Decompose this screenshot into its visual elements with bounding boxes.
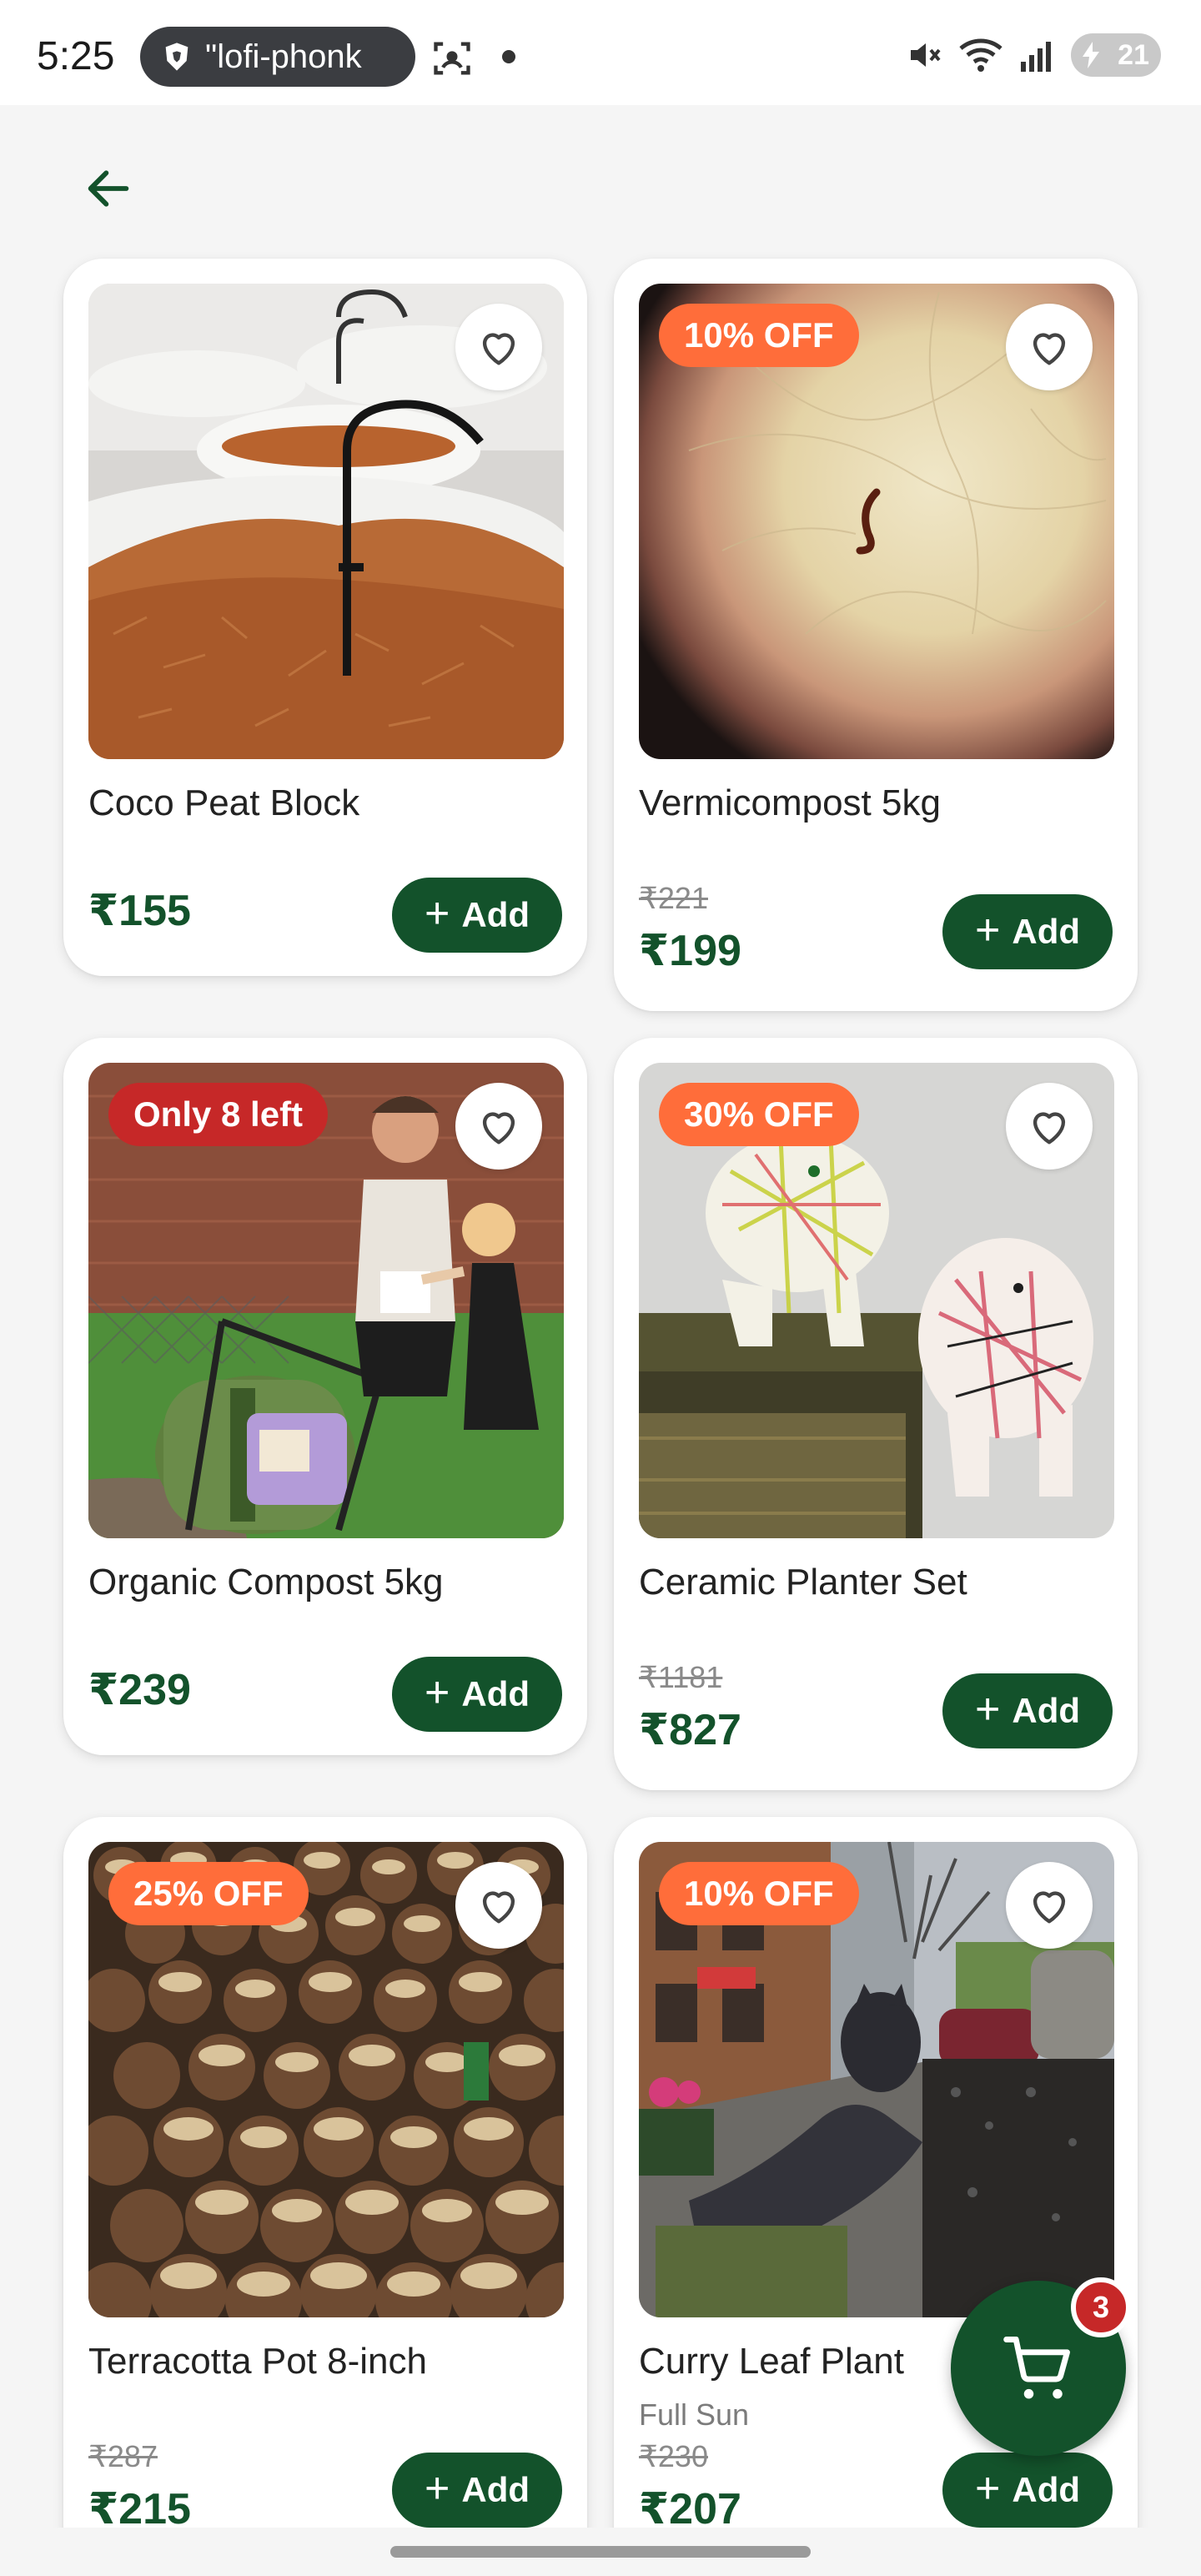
back-button[interactable] <box>75 155 142 222</box>
product-price: ₹199 <box>639 927 741 975</box>
plus-icon: + <box>974 906 1001 954</box>
product-name: Organic Compost 5kg <box>88 1562 444 1602</box>
discount-badge: 10% OFF <box>659 1862 859 1925</box>
cart-icon <box>1003 2337 1070 2399</box>
plus-icon: + <box>424 889 450 938</box>
product-mrp: ₹1181 <box>639 1660 723 1694</box>
product-mrp: ₹221 <box>639 881 708 915</box>
heart-outline-icon <box>1033 333 1066 365</box>
product-price: ₹827 <box>639 1706 741 1754</box>
product-card[interactable]: Only 8 left Organic Compost 5kg ₹239 + A… <box>63 1038 587 1755</box>
product-card[interactable]: 10% OFF Curry Leaf Plant Full Sun ₹230 ₹… <box>614 1817 1138 2568</box>
stock-badge: Only 8 left <box>108 1083 329 1146</box>
discount-badge: 30% OFF <box>659 1083 859 1146</box>
wifi-icon <box>959 38 1003 72</box>
add-to-cart-button[interactable]: + Add <box>942 2453 1113 2528</box>
favorite-button[interactable] <box>455 1862 542 1949</box>
product-price: ₹207 <box>639 2485 741 2533</box>
battery-indicator: 21 <box>1071 33 1161 77</box>
add-label: Add <box>1012 912 1081 951</box>
product-price: ₹155 <box>88 887 191 935</box>
add-label: Add <box>1012 1691 1081 1730</box>
favorite-button[interactable] <box>455 304 542 390</box>
add-label: Add <box>461 895 530 934</box>
add-label: Add <box>461 1674 530 1713</box>
favorite-button[interactable] <box>1006 1083 1093 1170</box>
plus-icon: + <box>974 2464 1001 2513</box>
add-to-cart-button[interactable]: + Add <box>392 1657 562 1732</box>
url-pill[interactable]: "lofi-phonk <box>140 27 415 87</box>
notification-dot <box>502 50 515 63</box>
favorite-button[interactable] <box>1006 1862 1093 1949</box>
product-card[interactable]: 10% OFF Vermicompost 5kg ₹221 ₹199 + Add <box>614 259 1138 1011</box>
arrow-left-icon <box>88 170 129 207</box>
product-mrp: ₹230 <box>639 2439 708 2473</box>
add-label: Add <box>461 2470 530 2509</box>
battery-level: 21 <box>1118 38 1149 71</box>
screen-capture-icon <box>434 42 470 75</box>
product-name: Curry Leaf Plant <box>639 2341 904 2382</box>
product-price: ₹215 <box>88 2485 191 2533</box>
product-card[interactable]: Coco Peat Block ₹155 + Add <box>63 259 587 976</box>
product-name: Ceramic Planter Set <box>639 1562 967 1602</box>
heart-outline-icon <box>482 1891 515 1924</box>
product-price: ₹239 <box>88 1666 191 1714</box>
product-card[interactable]: 25% OFF Terracotta Pot 8-inch ₹287 ₹215 … <box>63 1817 587 2568</box>
add-label: Add <box>1012 2470 1081 2509</box>
add-to-cart-button[interactable]: + Add <box>942 894 1113 969</box>
plus-icon: + <box>424 1668 450 1717</box>
favorite-button[interactable] <box>455 1083 542 1170</box>
product-name: Terracotta Pot 8-inch <box>88 2341 427 2382</box>
charging-icon <box>1083 42 1099 68</box>
url-text: "lofi-phonk <box>205 38 362 75</box>
gesture-nav-handle[interactable] <box>390 2546 811 2558</box>
brave-shield-icon <box>165 43 188 71</box>
status-time: 5:25 <box>37 34 115 78</box>
plus-icon: + <box>974 1685 1001 1733</box>
product-mrp: ₹287 <box>88 2439 158 2473</box>
signal-icon <box>1021 42 1051 72</box>
discount-badge: 25% OFF <box>108 1862 309 1925</box>
mute-icon <box>911 43 941 67</box>
heart-outline-icon <box>1033 1112 1066 1145</box>
favorite-button[interactable] <box>1006 304 1093 390</box>
add-to-cart-button[interactable]: + Add <box>392 2453 562 2528</box>
status-bar: 5:25 "lofi-phonk 21 <box>0 0 1201 105</box>
cart-count-badge: 3 <box>1071 2277 1131 2337</box>
add-to-cart-button[interactable]: + Add <box>942 1673 1113 1748</box>
product-name: Vermicompost 5kg <box>639 782 941 823</box>
plus-icon: + <box>424 2464 450 2513</box>
heart-outline-icon <box>482 333 515 365</box>
product-subtitle: Full Sun <box>639 2397 750 2432</box>
heart-outline-icon <box>1033 1891 1066 1924</box>
product-name: Coco Peat Block <box>88 782 360 823</box>
status-icons: 21 <box>904 33 1161 77</box>
heart-outline-icon <box>482 1112 515 1145</box>
add-to-cart-button[interactable]: + Add <box>392 878 562 953</box>
discount-badge: 10% OFF <box>659 304 859 367</box>
product-card[interactable]: 30% OFF Ceramic Planter Set ₹1181 ₹827 +… <box>614 1038 1138 1790</box>
